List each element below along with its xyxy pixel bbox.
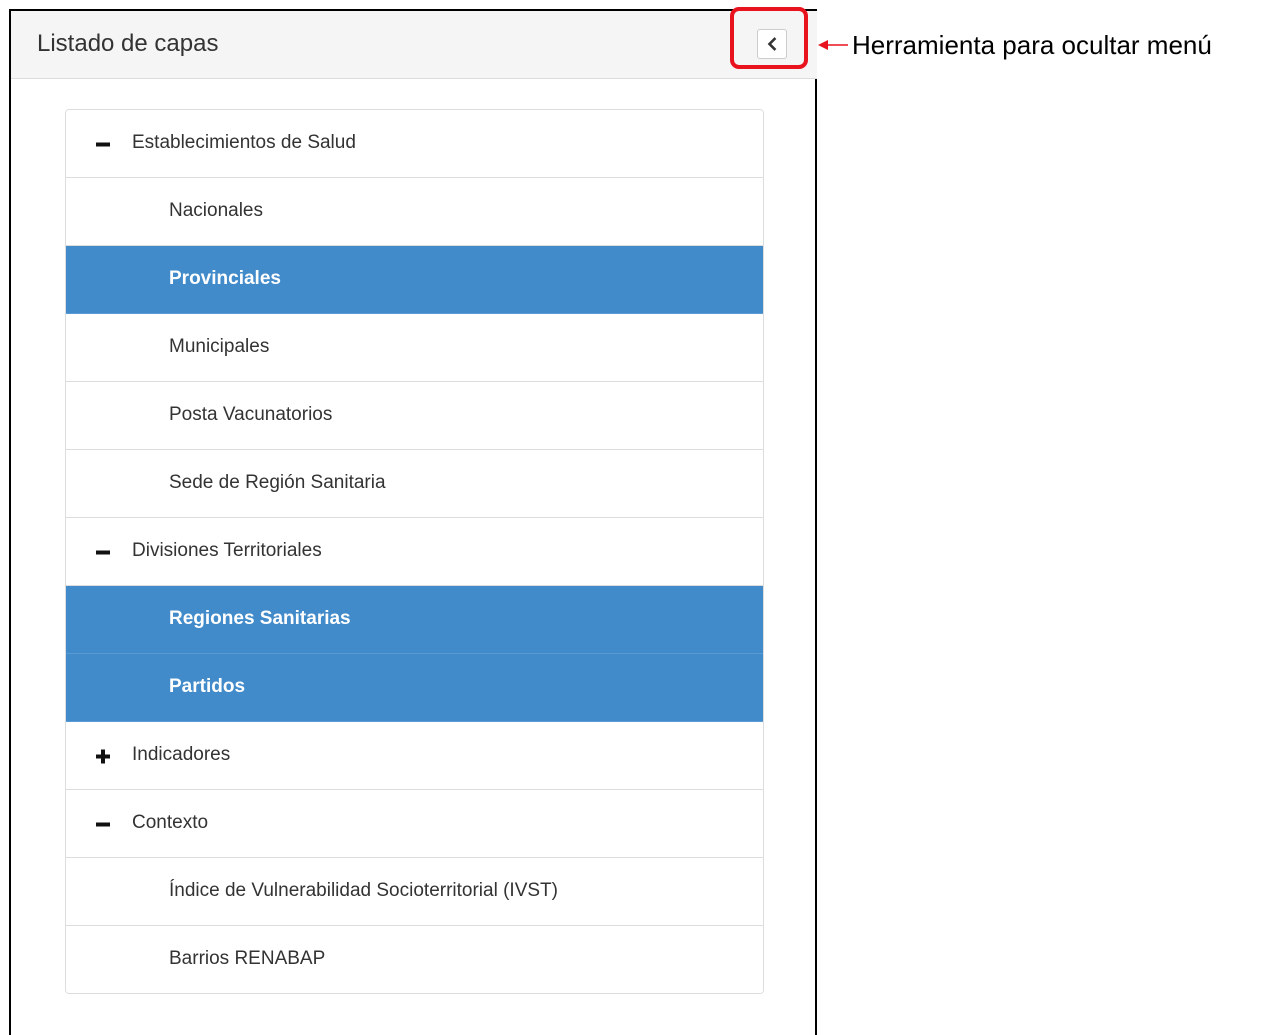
layer-list-panel: Listado de capas Establecimientos de Sal… — [9, 9, 817, 1035]
minus-icon-glyph — [96, 142, 110, 147]
layer-item-11[interactable]: Índice de Vulnerabilidad Socioterritoria… — [66, 858, 763, 926]
layer-item-8[interactable]: Partidos — [66, 654, 763, 722]
arrow-left-icon — [818, 40, 848, 50]
layer-label: Posta Vacunatorios — [169, 404, 333, 425]
minus-icon-glyph — [96, 550, 110, 555]
layer-label: Provinciales — [169, 268, 281, 289]
layer-label: Indicadores — [132, 744, 231, 765]
layer-item-6[interactable]: Divisiones Territoriales — [66, 518, 763, 586]
layer-label: Índice de Vulnerabilidad Socioterritoria… — [169, 880, 558, 901]
layer-label: Partidos — [169, 676, 246, 697]
layer-item-2[interactable]: Provinciales — [66, 246, 763, 314]
minus-icon-glyph — [96, 822, 110, 827]
layer-label: Barrios RENABAP — [169, 948, 326, 969]
layer-item-7[interactable]: Regiones Sanitarias — [66, 586, 763, 654]
highlight-box — [730, 7, 808, 69]
layer-label: Regiones Sanitarias — [169, 608, 351, 629]
annotation-label: Herramienta para ocultar menú — [852, 30, 1212, 60]
layer-item-9[interactable]: Indicadores — [66, 722, 763, 790]
layer-item-3[interactable]: Municipales — [66, 314, 763, 382]
layer-item-5[interactable]: Sede de Región Sanitaria — [66, 450, 763, 518]
layer-label: Divisiones Territoriales — [132, 540, 322, 561]
layer-label: Municipales — [169, 336, 270, 357]
layer-item-1[interactable]: Nacionales — [66, 178, 763, 246]
page: Listado de capas Establecimientos de Sal… — [0, 0, 1261, 1035]
layer-list: Establecimientos de Salud Nacionales Pro… — [65, 109, 764, 994]
layer-label: Nacionales — [169, 200, 263, 221]
plus-icon-glyph — [96, 749, 110, 764]
layer-label: Sede de Región Sanitaria — [169, 472, 386, 493]
panel-header: Listado de capas — [11, 11, 817, 79]
layer-label: Establecimientos de Salud — [132, 132, 356, 153]
layer-item-10[interactable]: Contexto — [66, 790, 763, 858]
layer-item-0[interactable]: Establecimientos de Salud — [66, 110, 763, 178]
layer-item-4[interactable]: Posta Vacunatorios — [66, 382, 763, 450]
layer-label: Contexto — [132, 812, 209, 833]
panel-title: Listado de capas — [37, 30, 219, 57]
layer-item-12[interactable]: Barrios RENABAP — [66, 926, 763, 993]
